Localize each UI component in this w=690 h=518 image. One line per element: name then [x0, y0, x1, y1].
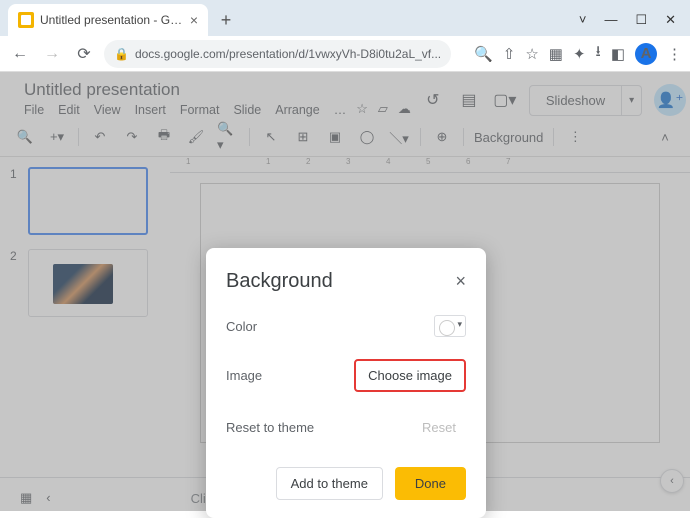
dialog-close-icon[interactable]: × [455, 271, 466, 292]
choose-image-button[interactable]: Choose image [354, 359, 466, 392]
forward-button[interactable]: → [40, 42, 64, 66]
profile-avatar[interactable]: A [635, 43, 657, 65]
done-button[interactable]: Done [395, 467, 466, 500]
add-to-theme-button[interactable]: Add to theme [276, 467, 383, 500]
color-picker[interactable] [434, 315, 466, 337]
close-window-icon[interactable]: ✕ [665, 12, 676, 28]
chevron-down-icon[interactable]: ˅ [579, 12, 587, 28]
lock-icon: 🔒 [114, 47, 129, 61]
search-icon[interactable]: 🔍 [474, 45, 493, 63]
maximize-icon[interactable]: ☐ [635, 12, 647, 28]
window-controls: ˅ ― ☐ ✕ [579, 12, 690, 36]
url-text: docs.google.com/presentation/d/1vwxyVh-D… [135, 47, 441, 61]
minimize-icon[interactable]: ― [604, 12, 617, 28]
browser-tab-strip: Untitled presentation - Google S × + ˅ ―… [0, 0, 690, 36]
reload-button[interactable]: ⟳ [72, 42, 96, 66]
reset-button[interactable]: Reset [412, 414, 466, 441]
address-bar: ← → ⟳ 🔒 docs.google.com/presentation/d/1… [0, 36, 690, 72]
tab-title: Untitled presentation - Google S [40, 13, 184, 27]
reset-label: Reset to theme [226, 420, 314, 435]
dialog-title: Background [226, 270, 333, 293]
new-tab-button[interactable]: + [212, 6, 240, 34]
background-dialog: Background × Color Image Choose image Re… [206, 248, 486, 518]
slides-favicon [18, 12, 34, 28]
close-tab-icon[interactable]: × [190, 12, 198, 28]
kebab-menu-icon[interactable]: ⋮ [667, 45, 682, 63]
image-label: Image [226, 368, 262, 383]
url-box[interactable]: 🔒 docs.google.com/presentation/d/1vwxyVh… [104, 40, 451, 68]
download-icon[interactable]: ⭳ [596, 41, 601, 66]
back-button[interactable]: ← [8, 42, 32, 66]
color-label: Color [226, 319, 257, 334]
share-icon[interactable]: ⇧ [503, 45, 516, 63]
extensions-icon[interactable]: ✦ [573, 45, 586, 63]
browser-tab[interactable]: Untitled presentation - Google S × [8, 4, 208, 36]
reader-icon[interactable]: ▦ [549, 45, 563, 63]
slides-app: Untitled presentation File Edit View Ins… [0, 72, 690, 511]
star-icon[interactable]: ☆ [525, 45, 538, 63]
sidepanel-icon[interactable]: ◧ [611, 45, 625, 63]
